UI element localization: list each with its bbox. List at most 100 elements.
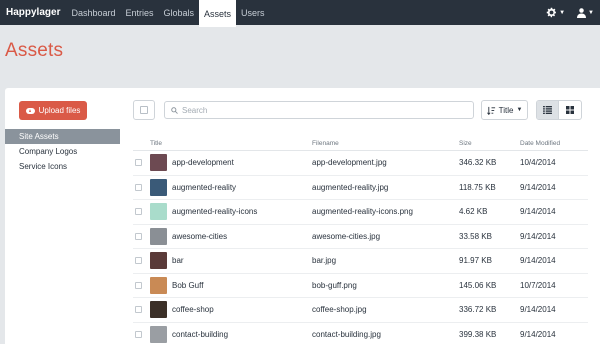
user-icon <box>577 7 587 18</box>
checkbox-icon <box>135 208 142 216</box>
asset-filename: augmented-reality.jpg <box>312 182 389 192</box>
user-menu[interactable]: ▼ <box>577 7 594 18</box>
site-brand[interactable]: Happylager <box>0 0 66 25</box>
asset-sources: Site Assets Company Logos Service Icons <box>5 129 120 174</box>
asset-thumbnail[interactable] <box>150 178 167 196</box>
asset-title[interactable]: app-development <box>172 158 234 167</box>
asset-date-modified: 9/14/2014 <box>520 231 556 241</box>
select-all-checkbox[interactable] <box>133 100 155 120</box>
asset-filename: bob-guff.png <box>312 280 357 290</box>
top-nav: Happylager Dashboard Entries Globals Ass… <box>0 0 600 27</box>
asset-thumbnail[interactable] <box>150 325 167 343</box>
chevron-down-icon: ▼ <box>516 107 523 113</box>
checkbox-icon <box>135 159 142 167</box>
asset-title[interactable]: contact-building <box>172 330 228 339</box>
table-row[interactable]: coffee-shop coffee-shop.jpg 336.72 KB 9/14/… <box>133 298 588 323</box>
asset-title[interactable]: augmented-reality <box>172 183 236 192</box>
asset-thumbnail[interactable] <box>150 252 167 270</box>
upload-files-button[interactable]: Upload files <box>19 101 87 120</box>
assets-table: Title Filename Size Date Modified app-de… <box>133 137 588 344</box>
asset-title[interactable]: awesome-cities <box>172 232 227 241</box>
upload-cloud-icon <box>25 107 35 114</box>
main-nav: Dashboard Entries Globals Assets Users <box>66 0 270 27</box>
asset-size: 4.62 KB <box>459 207 488 217</box>
row-checkbox[interactable] <box>133 159 150 167</box>
source-site-assets[interactable]: Site Assets <box>5 129 120 144</box>
asset-date-modified: 9/14/2014 <box>520 207 556 217</box>
asset-date-modified: 10/7/2014 <box>520 280 556 290</box>
asset-filename: coffee-shop.jpg <box>312 305 367 315</box>
row-checkbox[interactable] <box>133 208 150 216</box>
table-row[interactable]: Bob Guff bob-guff.png 145.06 KB 10/7/2014 <box>133 274 588 298</box>
row-checkbox[interactable] <box>133 330 150 338</box>
sort-button[interactable]: Title ▼ <box>481 100 528 120</box>
search-icon <box>171 106 178 114</box>
asset-date-modified: 9/14/2014 <box>520 182 556 192</box>
row-checkbox[interactable] <box>133 183 150 191</box>
column-filename-header[interactable]: Filename <box>312 140 459 147</box>
asset-thumbnail[interactable] <box>150 154 167 172</box>
asset-filename: app-development.jpg <box>312 158 387 168</box>
source-company-logos[interactable]: Company Logos <box>5 144 120 159</box>
asset-size: 336.72 KB <box>459 305 497 315</box>
search-input[interactable] <box>182 105 462 115</box>
asset-size: 346.32 KB <box>459 158 497 168</box>
asset-title[interactable]: Bob Guff <box>172 281 203 290</box>
column-date-header[interactable]: Date Modified <box>520 140 588 147</box>
checkbox-icon <box>135 330 142 338</box>
checkbox-icon <box>135 183 142 191</box>
asset-title-cell: augmented-reality <box>150 178 312 196</box>
asset-title-cell: bar <box>150 252 312 270</box>
row-checkbox[interactable] <box>133 257 150 265</box>
nav-dashboard[interactable]: Dashboard <box>66 0 120 25</box>
asset-title-cell: Bob Guff <box>150 276 312 294</box>
asset-date-modified: 9/14/2014 <box>520 305 556 315</box>
asset-filename: contact-building.jpg <box>312 329 381 339</box>
table-row[interactable]: contact-building contact-building.jpg 399.… <box>133 323 588 344</box>
table-row[interactable]: bar bar.jpg 91.97 KB 9/14/2014 <box>133 249 588 274</box>
chevron-down-icon: ▼ <box>559 9 566 16</box>
asset-date-modified: 10/4/2014 <box>520 158 556 168</box>
asset-size: 33.58 KB <box>459 231 492 241</box>
upload-label: Upload files <box>38 106 81 115</box>
asset-thumbnail[interactable] <box>150 203 167 221</box>
chevron-down-icon: ▼ <box>588 9 594 16</box>
row-checkbox[interactable] <box>133 306 150 314</box>
row-checkbox[interactable] <box>133 281 150 289</box>
checkbox-icon <box>135 232 142 240</box>
asset-thumbnail[interactable] <box>150 227 167 245</box>
nav-globals[interactable]: Globals <box>159 0 200 25</box>
nav-assets[interactable]: Assets <box>199 0 237 27</box>
table-row[interactable]: augmented-reality-icons augmented-reality… <box>133 200 588 225</box>
assets-panel: Upload files Site Assets Company Logos S… <box>5 88 600 344</box>
asset-title[interactable]: bar <box>172 256 184 265</box>
row-checkbox[interactable] <box>133 232 150 240</box>
asset-thumbnail[interactable] <box>150 301 167 319</box>
table-row[interactable]: app-development app-development.jpg 346.32… <box>133 151 588 176</box>
asset-size: 118.75 KB <box>459 182 496 192</box>
asset-title[interactable]: coffee-shop <box>172 305 214 314</box>
source-service-icons[interactable]: Service Icons <box>5 159 120 174</box>
settings-menu[interactable]: ▼ <box>546 7 565 18</box>
checkbox-icon <box>135 281 142 289</box>
view-mode-toggle <box>536 100 582 120</box>
grid-view-button[interactable] <box>559 101 581 119</box>
asset-size: 91.97 KB <box>459 256 492 266</box>
grid-icon <box>566 106 574 114</box>
nav-users[interactable]: Users <box>236 0 270 25</box>
table-row[interactable]: awesome-cities awesome-cities.jpg 33.58 KB… <box>133 225 588 249</box>
asset-thumbnail[interactable] <box>150 276 167 294</box>
asset-title-cell: contact-building <box>150 325 312 343</box>
nav-entries[interactable]: Entries <box>121 0 159 25</box>
column-size-header[interactable]: Size <box>459 140 520 147</box>
asset-date-modified: 9/14/2014 <box>520 329 556 339</box>
asset-title-cell: augmented-reality-icons <box>150 203 312 221</box>
column-title-header[interactable]: Title <box>150 140 312 147</box>
asset-title[interactable]: augmented-reality-icons <box>172 207 257 216</box>
table-header: Title Filename Size Date Modified <box>133 137 588 151</box>
top-right-menus: ▼ ▼ <box>546 0 594 25</box>
list-view-button[interactable] <box>537 101 560 119</box>
asset-filename: augmented-reality-icons.png <box>312 207 413 217</box>
table-row[interactable]: augmented-reality augmented-reality.jpg 11… <box>133 176 588 200</box>
asset-size: 399.38 KB <box>459 329 497 339</box>
